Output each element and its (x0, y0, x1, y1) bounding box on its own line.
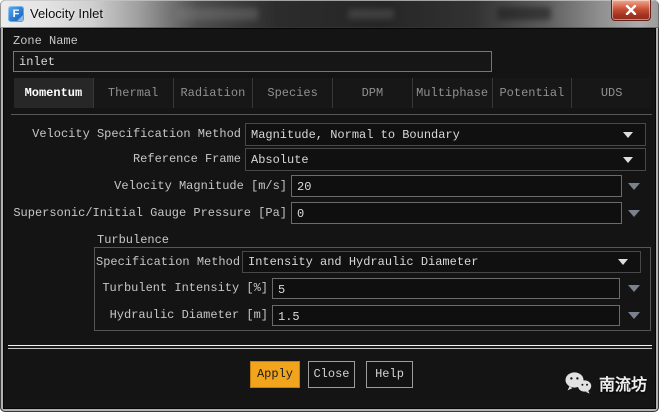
profile-option-arrow-icon[interactable] (628, 285, 640, 292)
tab-bar-divider (11, 114, 652, 115)
velocity-spec-method-value: Magnitude, Normal to Boundary (251, 127, 460, 142)
watermark: 南流坊 (564, 370, 647, 396)
turbulent-intensity-input[interactable] (272, 278, 620, 299)
zone-name-input[interactable] (13, 51, 492, 72)
chevron-down-icon (623, 156, 633, 163)
profile-option-arrow-icon[interactable] (628, 312, 640, 319)
chevron-down-icon (623, 131, 633, 138)
titlebar[interactable]: F Velocity Inlet (0, 0, 659, 28)
reference-frame-value: Absolute (251, 152, 309, 167)
tab-momentum[interactable]: Momentum (14, 78, 94, 108)
chevron-down-icon (618, 259, 628, 265)
tab-bar: Momentum Thermal Radiation Species DPM M… (14, 78, 651, 108)
close-dialog-button[interactable]: Close (308, 361, 355, 388)
velocity-spec-method-label: Velocity Specification Method (32, 127, 241, 141)
velocity-magnitude-input[interactable] (291, 175, 622, 197)
tab-multiphase[interactable]: Multiphase (412, 78, 493, 108)
velocity-spec-method-dropdown[interactable]: Magnitude, Normal to Boundary (245, 123, 646, 146)
turbulent-intensity-label: Turbulent Intensity [%] (102, 281, 268, 295)
dialog-body: Zone Name Momentum Thermal Radiation Spe… (3, 28, 656, 409)
tab-radiation[interactable]: Radiation (173, 78, 254, 108)
reference-frame-label: Reference Frame (132, 152, 241, 166)
wechat-icon (565, 372, 592, 394)
supersonic-gauge-pressure-input[interactable] (291, 202, 622, 224)
hydraulic-diameter-label: Hydraulic Diameter [m] (109, 308, 268, 322)
tab-potential[interactable]: Potential (492, 78, 573, 108)
turbulence-spec-method-value: Intensity and Hydraulic Diameter (248, 255, 479, 269)
hydraulic-diameter-input[interactable] (272, 305, 620, 326)
turbulence-section-title: Turbulence (97, 233, 170, 247)
velocity-inlet-dialog: F Velocity Inlet Zone Name Momentum Ther… (0, 0, 659, 412)
turbulence-spec-method-label: Specification Method (96, 255, 241, 269)
profile-option-arrow-icon[interactable] (628, 183, 640, 190)
close-button[interactable] (611, 0, 651, 21)
tab-thermal[interactable]: Thermal (93, 78, 174, 108)
close-icon (625, 5, 637, 15)
supersonic-gauge-pressure-label: Supersonic/Initial Gauge Pressure [Pa] (13, 206, 287, 220)
tab-uds[interactable]: UDS (572, 78, 651, 108)
tab-dpm[interactable]: DPM (333, 78, 413, 108)
profile-option-arrow-icon[interactable] (628, 210, 640, 217)
fluent-app-icon: F (8, 6, 24, 22)
velocity-magnitude-label: Velocity Magnitude [m/s] (114, 179, 287, 193)
background-blur-decoration (176, 8, 258, 20)
tab-species[interactable]: Species (253, 78, 333, 108)
watermark-text: 南流坊 (598, 375, 647, 394)
zone-name-label: Zone Name (13, 34, 78, 48)
footer-divider (8, 345, 652, 349)
help-button[interactable]: Help (366, 361, 413, 388)
fluent-icon-letter: F (12, 8, 20, 20)
turbulence-spec-method-dropdown[interactable]: Intensity and Hydraulic Diameter (242, 251, 641, 273)
background-blur-decoration (497, 7, 551, 20)
window-title: Velocity Inlet (30, 6, 103, 21)
reference-frame-dropdown[interactable]: Absolute (245, 148, 646, 171)
background-blur-decoration (348, 9, 394, 19)
apply-button[interactable]: Apply (250, 361, 300, 388)
